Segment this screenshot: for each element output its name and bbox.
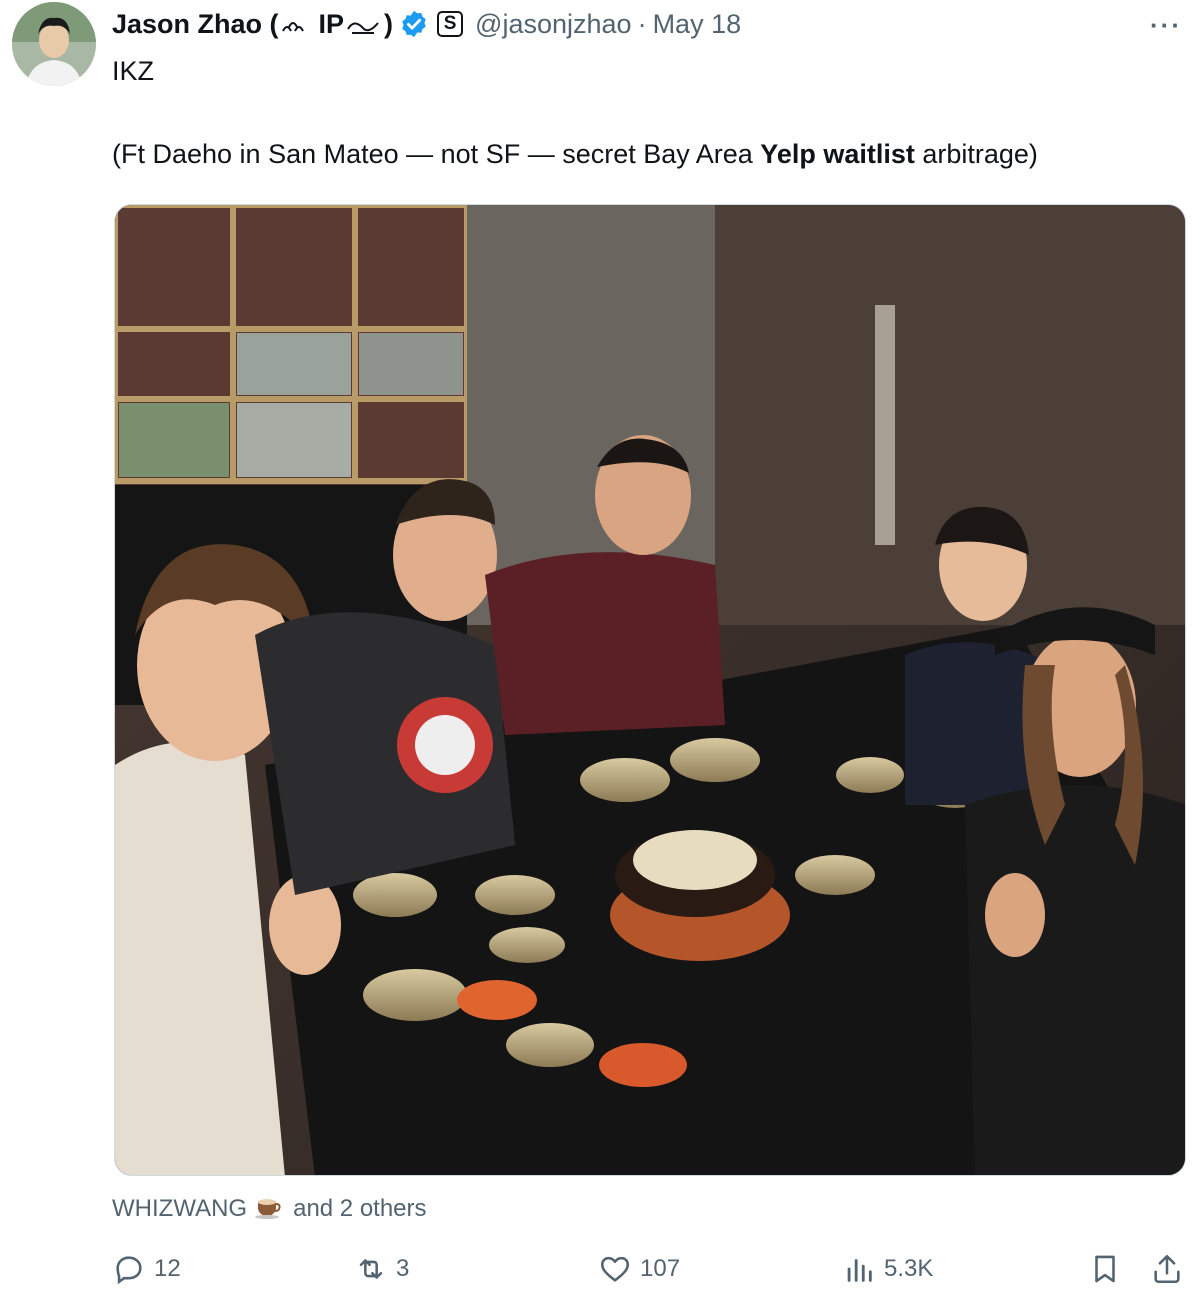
bookmark-icon	[1095, 1255, 1115, 1283]
views-button[interactable]: 5.3K	[842, 1246, 933, 1292]
tweet-header: Jason Zhao (IP) S @jasonjzhao · May 18	[112, 4, 741, 44]
reply-button[interactable]: 12	[112, 1246, 181, 1292]
repost-button[interactable]: 3	[354, 1246, 409, 1292]
name-emoji-icon	[281, 22, 304, 32]
like-count: 107	[640, 1255, 681, 1282]
author-name[interactable]: Jason Zhao (IP)	[112, 9, 393, 40]
like-button[interactable]: 107	[598, 1246, 680, 1292]
name-emoji-icon-2	[347, 22, 379, 35]
tweet-actions: 12 3 107 5.3K	[0, 1246, 1200, 1292]
author-handle[interactable]: @jasonjzhao	[475, 9, 632, 40]
share-button[interactable]	[1150, 1246, 1184, 1292]
like-icon	[600, 1256, 630, 1282]
reply-icon	[116, 1256, 142, 1285]
repost-count: 3	[396, 1255, 410, 1282]
liked-by-rest: and 2 others	[293, 1194, 427, 1222]
bold-phrase: Yelp waitlist	[760, 139, 915, 169]
tweet-date[interactable]: May 18	[653, 9, 742, 40]
liked-by[interactable]: WHIZWANG and 2 others	[112, 1190, 427, 1227]
separator-dot: ·	[637, 8, 647, 39]
verified-badge-icon	[402, 10, 426, 38]
more-icon[interactable]: ···	[1150, 10, 1182, 41]
avatar[interactable]	[12, 2, 96, 86]
coffee-emoji-icon	[253, 1190, 283, 1227]
tweet-text-line1: IKZ	[112, 56, 155, 86]
views-icon	[847, 1259, 872, 1282]
affiliate-badge[interactable]: S	[437, 11, 464, 37]
tweet-photo[interactable]	[114, 204, 1186, 1176]
repost-icon	[359, 1259, 383, 1279]
bookmark-button[interactable]	[1088, 1246, 1122, 1292]
reply-count: 12	[154, 1255, 181, 1282]
views-count: 5.3K	[884, 1255, 934, 1282]
share-icon	[1154, 1254, 1180, 1284]
liked-by-name[interactable]: WHIZWANG	[112, 1195, 247, 1223]
tweet-text-line2: (Ft Daeho in San Mateo — not SF — secret…	[112, 139, 1038, 169]
